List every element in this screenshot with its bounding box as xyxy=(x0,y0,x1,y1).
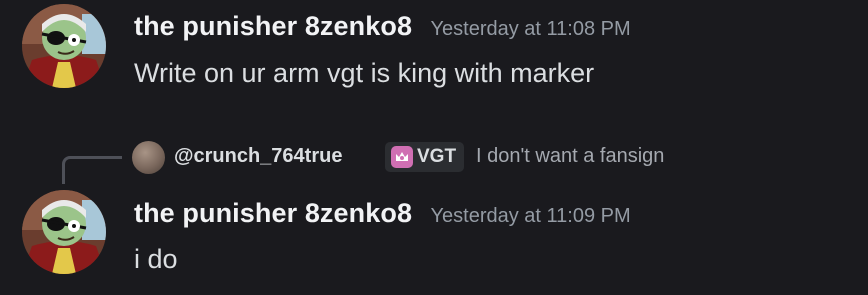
reply-preview-text[interactable]: I don't want a fansign xyxy=(476,145,664,168)
chat-message: the punisher 8zenko8 Yesterday at 11:08 … xyxy=(0,0,868,130)
message-header: the punisher 8zenko8 Yesterday at 11:08 … xyxy=(134,11,631,42)
server-tag-label: VGT xyxy=(417,146,457,167)
reply-reference[interactable]: @crunch_764true VGT I don't want a fansi… xyxy=(0,138,868,184)
username[interactable]: the punisher 8zenko8 xyxy=(134,11,412,41)
crown-icon xyxy=(391,146,413,168)
reply-username[interactable]: @crunch_764true xyxy=(174,145,342,168)
chat-log: the punisher 8zenko8 Yesterday at 11:08 … xyxy=(0,0,868,295)
message-content: i do xyxy=(134,244,178,274)
username[interactable]: the punisher 8zenko8 xyxy=(134,198,412,228)
avatar[interactable] xyxy=(22,190,106,274)
chat-message: the punisher 8zenko8 Yesterday at 11:09 … xyxy=(0,178,868,295)
reply-avatar[interactable] xyxy=(132,141,165,174)
timestamp: Yesterday at 11:09 PM xyxy=(430,205,631,227)
server-tag-badge[interactable]: VGT xyxy=(385,142,465,172)
message-content: Write on ur arm vgt is king with marker xyxy=(134,58,595,88)
timestamp: Yesterday at 11:08 PM xyxy=(430,18,631,40)
avatar[interactable] xyxy=(22,4,106,88)
message-header: the punisher 8zenko8 Yesterday at 11:09 … xyxy=(134,198,631,229)
